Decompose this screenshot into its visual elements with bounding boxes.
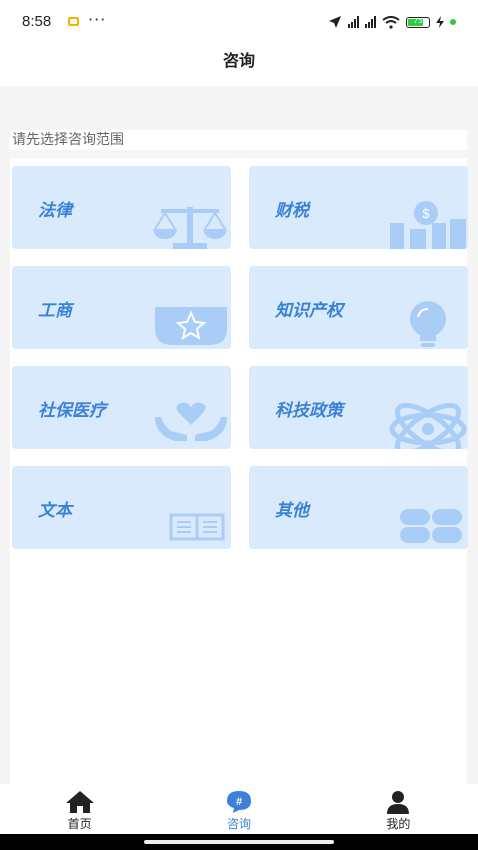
lightbulb-icon bbox=[410, 301, 446, 347]
nav-mine[interactable]: 我的 bbox=[319, 784, 478, 834]
hands-heart-icon bbox=[155, 402, 227, 441]
system-home-bar bbox=[0, 834, 478, 850]
scale-icon bbox=[153, 207, 227, 249]
status-icons: 75 bbox=[328, 12, 456, 32]
book-icon bbox=[169, 513, 225, 541]
category-label: 其他 bbox=[275, 501, 309, 521]
svg-text:#: # bbox=[236, 796, 242, 808]
category-card-law[interactable]: 法律 bbox=[12, 166, 231, 249]
category-label: 文本 bbox=[38, 501, 72, 521]
status-time: 8:58 bbox=[22, 13, 52, 30]
category-label: 科技政策 bbox=[275, 401, 343, 421]
category-label: 社保医疗 bbox=[38, 401, 106, 421]
charging-icon bbox=[436, 16, 444, 28]
nav-consult-label: 咨询 bbox=[226, 817, 251, 831]
nav-home-label: 首页 bbox=[67, 817, 92, 831]
category-card-social-insurance[interactable]: 社保医疗 bbox=[12, 366, 231, 449]
home-indicator[interactable] bbox=[144, 840, 334, 844]
category-label: 财税 bbox=[275, 201, 309, 221]
star-badge-icon bbox=[155, 307, 227, 345]
title-bar: 咨询 bbox=[0, 44, 478, 86]
svg-text:$: $ bbox=[422, 206, 430, 221]
atom-icon bbox=[389, 402, 467, 449]
more-notifications-icon: ··· bbox=[88, 10, 107, 29]
wifi-icon bbox=[382, 15, 400, 29]
category-label: 工商 bbox=[38, 301, 72, 321]
hash-bubble-icon: # bbox=[226, 791, 251, 813]
user-icon bbox=[387, 791, 410, 814]
category-card-tech-policy[interactable]: 科技政策 bbox=[249, 366, 468, 449]
notification-icon bbox=[68, 17, 79, 26]
category-label: 法律 bbox=[38, 201, 72, 221]
category-card-tax[interactable]: 财税 $ bbox=[249, 166, 468, 249]
bottom-nav: 首页 # 咨询 我的 bbox=[0, 784, 478, 834]
page-title: 咨询 bbox=[222, 51, 255, 70]
nav-home[interactable]: 首页 bbox=[0, 784, 159, 834]
signal-icon-2 bbox=[365, 16, 376, 28]
scope-hint: 请先选择咨询范围 bbox=[10, 130, 467, 150]
privacy-indicator-dot bbox=[450, 19, 456, 25]
category-card-text[interactable]: 文本 bbox=[12, 466, 231, 549]
status-bar: 8:58 ··· 75 bbox=[0, 0, 478, 44]
category-label: 知识产权 bbox=[275, 301, 343, 321]
home-icon bbox=[65, 791, 94, 813]
battery-icon: 75 bbox=[406, 16, 430, 28]
location-arrow-icon bbox=[329, 16, 341, 28]
category-card-business[interactable]: 工商 bbox=[12, 266, 231, 349]
category-card-other[interactable]: 其他 bbox=[249, 466, 468, 549]
nav-mine-label: 我的 bbox=[386, 817, 411, 831]
signal-icon bbox=[348, 16, 359, 28]
nav-consult[interactable]: # 咨询 bbox=[159, 784, 318, 834]
money-chart-icon: $ bbox=[390, 201, 466, 249]
category-card-ip[interactable]: 知识产权 bbox=[249, 266, 468, 349]
four-pills-icon bbox=[400, 509, 462, 543]
